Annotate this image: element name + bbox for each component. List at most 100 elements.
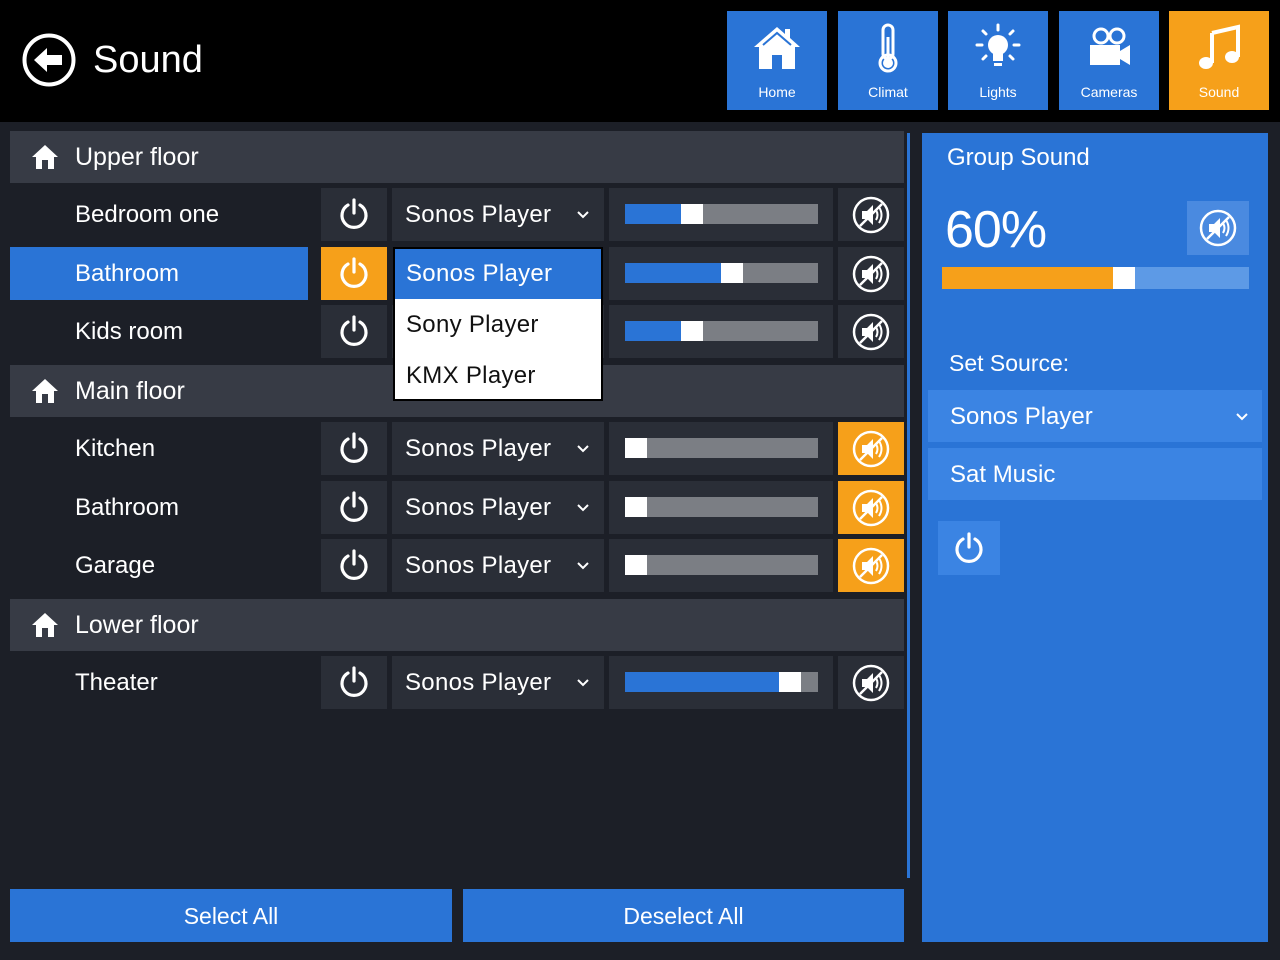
room-volume-cell — [609, 656, 833, 709]
mute-icon — [852, 547, 890, 585]
room-volume-cell — [609, 422, 833, 475]
room-volume-cell — [609, 539, 833, 592]
select-all-button[interactable]: Select All — [10, 889, 452, 942]
room-power-button[interactable] — [321, 247, 387, 300]
room-source-value: Sonos Player — [405, 552, 552, 579]
group-title: Group Sound — [947, 144, 1090, 171]
room-mute-button[interactable] — [838, 656, 904, 709]
room-name: Garage — [75, 552, 156, 579]
house-icon — [32, 613, 58, 637]
room-power-button[interactable] — [321, 481, 387, 534]
room-power-button[interactable] — [321, 422, 387, 475]
room-name: Bathroom — [75, 494, 180, 521]
room-volume-slider[interactable] — [625, 555, 818, 575]
nav-climat-button[interactable]: Climat — [838, 11, 938, 110]
group-mute-button[interactable] — [1187, 201, 1249, 255]
room-volume-slider[interactable] — [625, 204, 818, 224]
group-volume-fill — [942, 267, 1113, 289]
mute-icon — [852, 313, 890, 351]
floor-title: Lower floor — [75, 611, 199, 639]
room-power-button[interactable] — [321, 188, 387, 241]
nav-climat-label: Climat — [868, 84, 908, 100]
room-name-cell[interactable]: Bedroom one — [10, 188, 308, 241]
room-name-cell[interactable]: Garage — [10, 539, 308, 592]
room-volume-knob[interactable] — [681, 321, 703, 341]
group-volume-knob[interactable] — [1113, 267, 1135, 289]
mute-icon — [852, 489, 890, 527]
mute-icon — [852, 664, 890, 702]
room-mute-button[interactable] — [838, 422, 904, 475]
group-source-select[interactable]: Sonos Player — [928, 390, 1262, 442]
room-source-select[interactable]: Sonos Player — [392, 656, 604, 709]
group-volume-slider[interactable] — [942, 267, 1249, 289]
deselect-all-label: Deselect All — [623, 903, 744, 929]
dropdown-option-sony[interactable]: Sony Player — [395, 300, 601, 350]
room-volume-slider[interactable] — [625, 672, 818, 692]
room-volume-cell — [609, 481, 833, 534]
room-source-select[interactable]: Sonos Player — [392, 481, 604, 534]
nav-home-button[interactable]: Home — [727, 11, 827, 110]
room-volume-knob[interactable] — [625, 497, 647, 517]
dropdown-option-label: Sonos Player — [406, 260, 553, 287]
nav-sound-button[interactable]: Sound — [1169, 11, 1269, 110]
room-volume-knob[interactable] — [681, 204, 703, 224]
room-power-button[interactable] — [321, 305, 387, 358]
room-row: Bathroom Sonos Player — [10, 481, 904, 534]
room-source-value: Sonos Player — [405, 669, 552, 696]
room-volume-knob[interactable] — [625, 555, 647, 575]
room-row: Garage Sonos Player — [10, 539, 904, 592]
nav-cameras-button[interactable]: Cameras — [1059, 11, 1159, 110]
group-source-option-sat-music[interactable]: Sat Music — [928, 448, 1262, 500]
room-name-cell[interactable]: Kitchen — [10, 422, 308, 475]
home-icon — [754, 27, 800, 69]
room-volume-knob[interactable] — [779, 672, 801, 692]
room-volume-knob[interactable] — [625, 438, 647, 458]
group-power-button[interactable] — [938, 521, 1000, 575]
house-icon — [32, 145, 58, 169]
room-mute-button[interactable] — [838, 188, 904, 241]
back-arrow-icon[interactable] — [22, 33, 76, 87]
room-mute-button[interactable] — [838, 305, 904, 358]
nav-home-label: Home — [758, 84, 796, 100]
thermometer-icon — [878, 23, 898, 73]
room-name-cell[interactable]: Bathroom — [10, 247, 308, 300]
room-volume-slider[interactable] — [625, 438, 818, 458]
page-title: Sound — [93, 39, 203, 81]
mute-icon — [852, 255, 890, 293]
room-mute-button[interactable] — [838, 481, 904, 534]
room-volume-fill — [625, 204, 681, 224]
source-dropdown-menu: Sonos Player Sony Player KMX Player — [393, 247, 603, 401]
room-volume-fill — [625, 321, 681, 341]
room-source-value: Sonos Player — [405, 201, 552, 228]
room-power-button[interactable] — [321, 539, 387, 592]
room-source-select[interactable]: Sonos Player — [392, 539, 604, 592]
room-source-select[interactable]: Sonos Player — [392, 188, 604, 241]
deselect-all-button[interactable]: Deselect All — [463, 889, 904, 942]
room-row: Kitchen Sonos Player — [10, 422, 904, 475]
room-name: Kids room — [75, 318, 184, 345]
top-bar: Sound Home Climat Lights Cameras Sound — [0, 0, 1280, 122]
rooms-scrollbar[interactable] — [907, 133, 910, 878]
room-source-select[interactable]: Sonos Player — [392, 422, 604, 475]
power-icon — [340, 549, 368, 580]
floor-title: Upper floor — [75, 143, 199, 171]
room-mute-button[interactable] — [838, 539, 904, 592]
room-volume-slider[interactable] — [625, 321, 818, 341]
room-volume-fill — [625, 263, 721, 283]
room-volume-slider[interactable] — [625, 263, 818, 283]
room-volume-slider[interactable] — [625, 497, 818, 517]
room-power-button[interactable] — [321, 656, 387, 709]
room-mute-button[interactable] — [838, 247, 904, 300]
dropdown-option-sonos[interactable]: Sonos Player — [395, 249, 601, 299]
room-name: Theater — [75, 669, 158, 696]
nav-lights-button[interactable]: Lights — [948, 11, 1048, 110]
room-name-cell[interactable]: Bathroom — [10, 481, 308, 534]
dropdown-option-kmx[interactable]: KMX Player — [395, 351, 601, 401]
room-row: Bedroom one Sonos Player — [10, 188, 904, 241]
room-source-value: Sonos Player — [405, 494, 552, 521]
room-name-cell[interactable]: Theater — [10, 656, 308, 709]
room-volume-knob[interactable] — [721, 263, 743, 283]
chevron-down-icon — [577, 679, 589, 687]
power-icon — [340, 198, 368, 229]
room-name-cell[interactable]: Kids room — [10, 305, 308, 358]
